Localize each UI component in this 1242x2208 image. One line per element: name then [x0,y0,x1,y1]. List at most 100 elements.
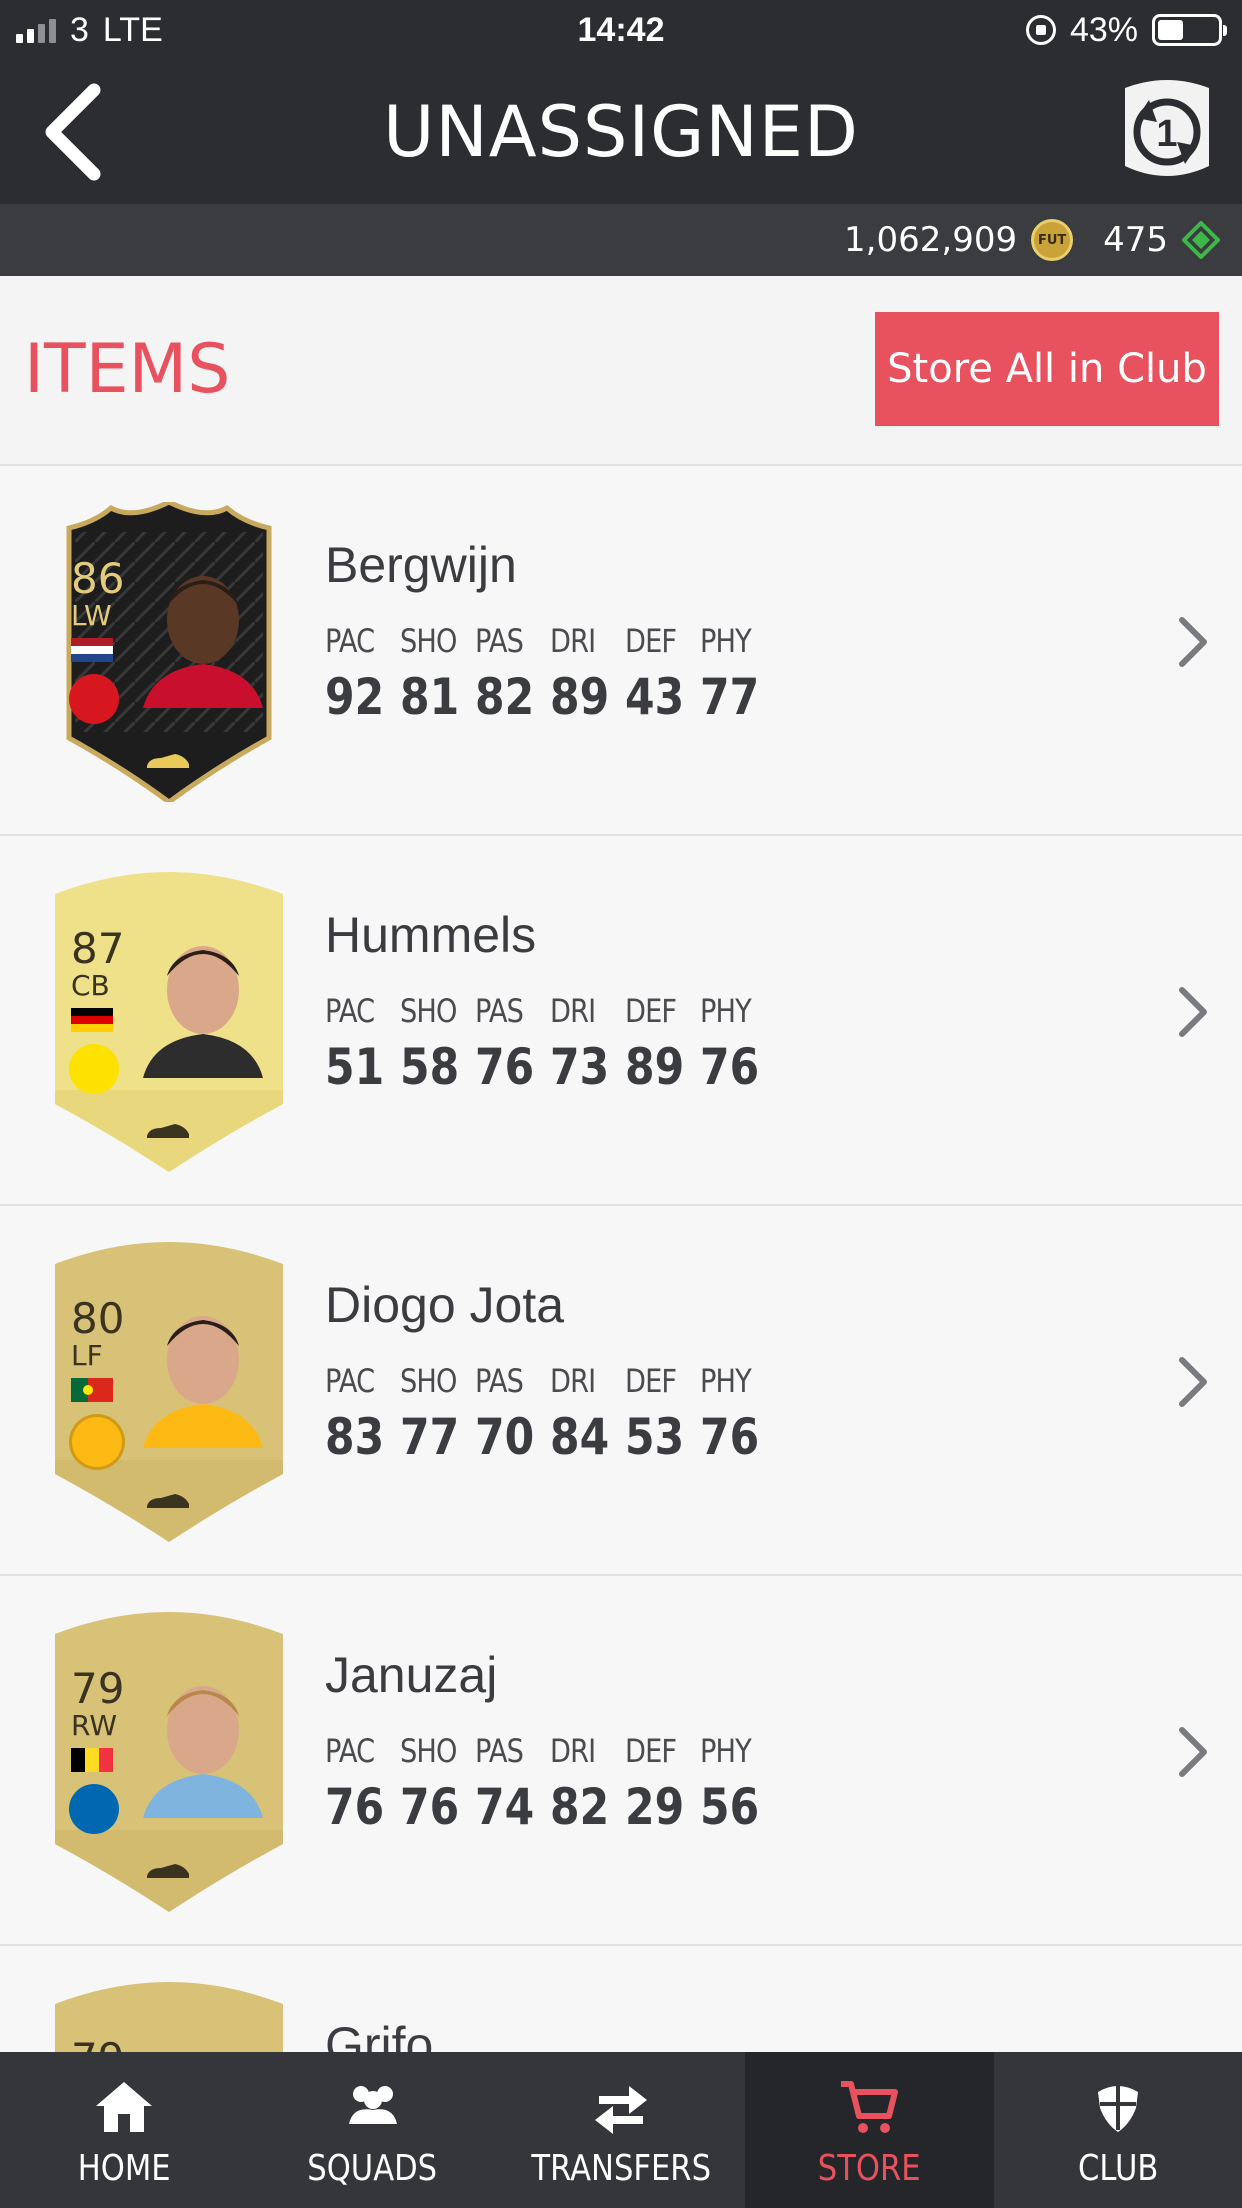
card-rating: 80 [71,1294,125,1343]
stat-value: 76 [475,1038,535,1096]
stat-dri: DRI 82 [550,1732,625,1836]
swaps-icon[interactable]: 1 [1117,70,1217,192]
rotation-lock-icon [1025,15,1056,45]
stat-label: DEF [625,622,677,660]
stat-label: PHY [700,992,752,1030]
card-position: CB [71,969,110,1002]
player-name: Grifo [325,2017,434,2052]
club-badge-icon [69,674,119,724]
nav-tab-label: CLUB [1077,2148,1158,2189]
player-stats: PAC 76 SHO 76 PAS 74 DRI 82 DEF 29 PHY 56 [325,1732,775,1836]
player-row[interactable]: 87 CB Hummels PAC 51 SHO 58 PAS 76 DRI 7… [0,836,1242,1206]
player-row[interactable]: 79 RW Januzaj PAC 76 SHO 76 PAS 74 DRI 8… [0,1576,1242,1946]
stat-pac: PAC 83 [325,1362,400,1466]
stat-sho: SHO 76 [400,1732,475,1836]
card-position: LW [71,599,112,632]
nav-tab-label: SQUADS [307,2148,438,2189]
stat-def: DEF 29 [625,1732,700,1836]
store-cart-icon [841,2081,899,2133]
player-name: Januzaj [325,1647,498,1703]
stat-pac: PAC 51 [325,992,400,1096]
stat-dri: DRI 89 [550,622,625,726]
battery-percent: 43% [1069,10,1138,49]
player-row[interactable]: 86 LW Bergwijn PAC 92SHO 81PAS 82DRI [0,466,1242,836]
nav-tab-club[interactable]: CLUB [994,2052,1242,2208]
player-stats: PAC 83 SHO 77 PAS 70 DRI 84 DEF 53 PHY 76 [325,1362,775,1466]
nav-tab-squads[interactable]: SQUADS [248,2052,496,2208]
player-photo [143,1686,263,1818]
item-list: 86 LW Bergwijn PAC 92SHO 81PAS 82DRI [0,466,1242,2052]
stat-value: 51 [325,1038,385,1096]
stat-def: DEF 89 [625,992,700,1096]
player-card: 79 [55,1982,283,2052]
battery-icon [1152,14,1227,46]
stat-value: 43 [625,668,685,726]
stat-value: 77 [400,1408,460,1466]
stat-value: 76 [325,1778,385,1836]
page-title: UNASSIGNED [383,91,859,173]
stat-value: 76 [400,1778,460,1836]
card-rating: 79 [71,1664,125,1713]
store-all-in-club-button[interactable]: Store All in Club [875,312,1219,426]
fut-coin-icon: FUT [1031,219,1074,261]
swap-count: 1 [1156,113,1177,155]
stat-pac: PAC 76 [325,1732,400,1836]
stat-label: PHY [700,622,752,660]
player-name: Hummels [325,907,537,963]
fifa-points-icon [1182,221,1220,259]
stat-value: 70 [475,1408,535,1466]
stat-label: SHO [400,992,457,1030]
boot-icon [147,1494,189,1508]
chevron-right-icon[interactable] [1172,1722,1212,1782]
stat-label: PAC [325,1732,375,1770]
items-header: ITEMS Store All in Club [0,276,1242,466]
stat-dri: DRI 73 [550,992,625,1096]
player-card: 80 LF [55,1242,283,1542]
card-rating: 87 [71,924,125,973]
player-row[interactable]: 79 Grifo PAC SHO PAS DRI D [0,1946,1242,2052]
nav-tab-store[interactable]: STORE [745,2052,994,2208]
stat-phy: PHY 77 [700,622,775,726]
stat-phy: PHY 76 [700,992,775,1096]
points-balance: 475 [1103,220,1168,260]
stat-pas: PAS 70 [475,1362,550,1466]
boot-icon [147,1864,189,1878]
stat-label: SHO [400,1732,457,1770]
stat-value: 74 [475,1778,535,1836]
stat-label: DRI [550,992,596,1030]
player-stats: PAC 92 SHO 81 PAS 82 DRI 89 DEF 43 PHY 77 [325,622,775,726]
boot-icon [147,1124,189,1138]
club-icon [1097,2086,1138,2132]
stat-pas: PAS 82 [475,622,550,726]
club-badge-icon [69,1414,125,1470]
player-name: Bergwijn [325,537,517,593]
top-header: UNASSIGNED 1 [0,60,1242,204]
stat-value: 58 [400,1038,460,1096]
card-rating: 79 [71,2038,124,2053]
stat-dri: DRI 84 [550,1362,625,1466]
player-photo [143,1316,263,1448]
stat-pas: PAS 76 [475,992,550,1096]
stat-label: DRI [550,622,596,660]
chevron-right-icon[interactable] [1172,612,1212,672]
nav-tab-home[interactable]: HOME [0,2052,248,2208]
player-stats: PAC 51 SHO 58 PAS 76 DRI 73 DEF 89 PHY 76 [325,992,775,1096]
stat-value: 76 [700,1408,760,1466]
stat-value: 83 [325,1408,385,1466]
stat-value: 76 [700,1038,760,1096]
chevron-right-icon[interactable] [1172,982,1212,1042]
player-card: 87 CB [55,872,283,1172]
card-position: LF [71,1339,103,1372]
home-icon [96,2082,153,2132]
stat-label: PAS [475,992,524,1030]
nav-tab-transfers[interactable]: TRANSFERS [497,2052,745,2208]
nav-tab-label: HOME [77,2148,171,2189]
stat-value: 84 [550,1408,610,1466]
stat-value: 92 [325,668,385,726]
player-row[interactable]: 80 LF Diogo Jota PAC 83 SHO 77 PAS 70 DRI [0,1206,1242,1576]
squads-icon [348,2086,397,2124]
stat-value: 56 [700,1778,760,1836]
items-label: ITEMS [24,330,231,409]
chevron-right-icon[interactable] [1172,1352,1212,1412]
stat-value: 29 [625,1778,685,1836]
